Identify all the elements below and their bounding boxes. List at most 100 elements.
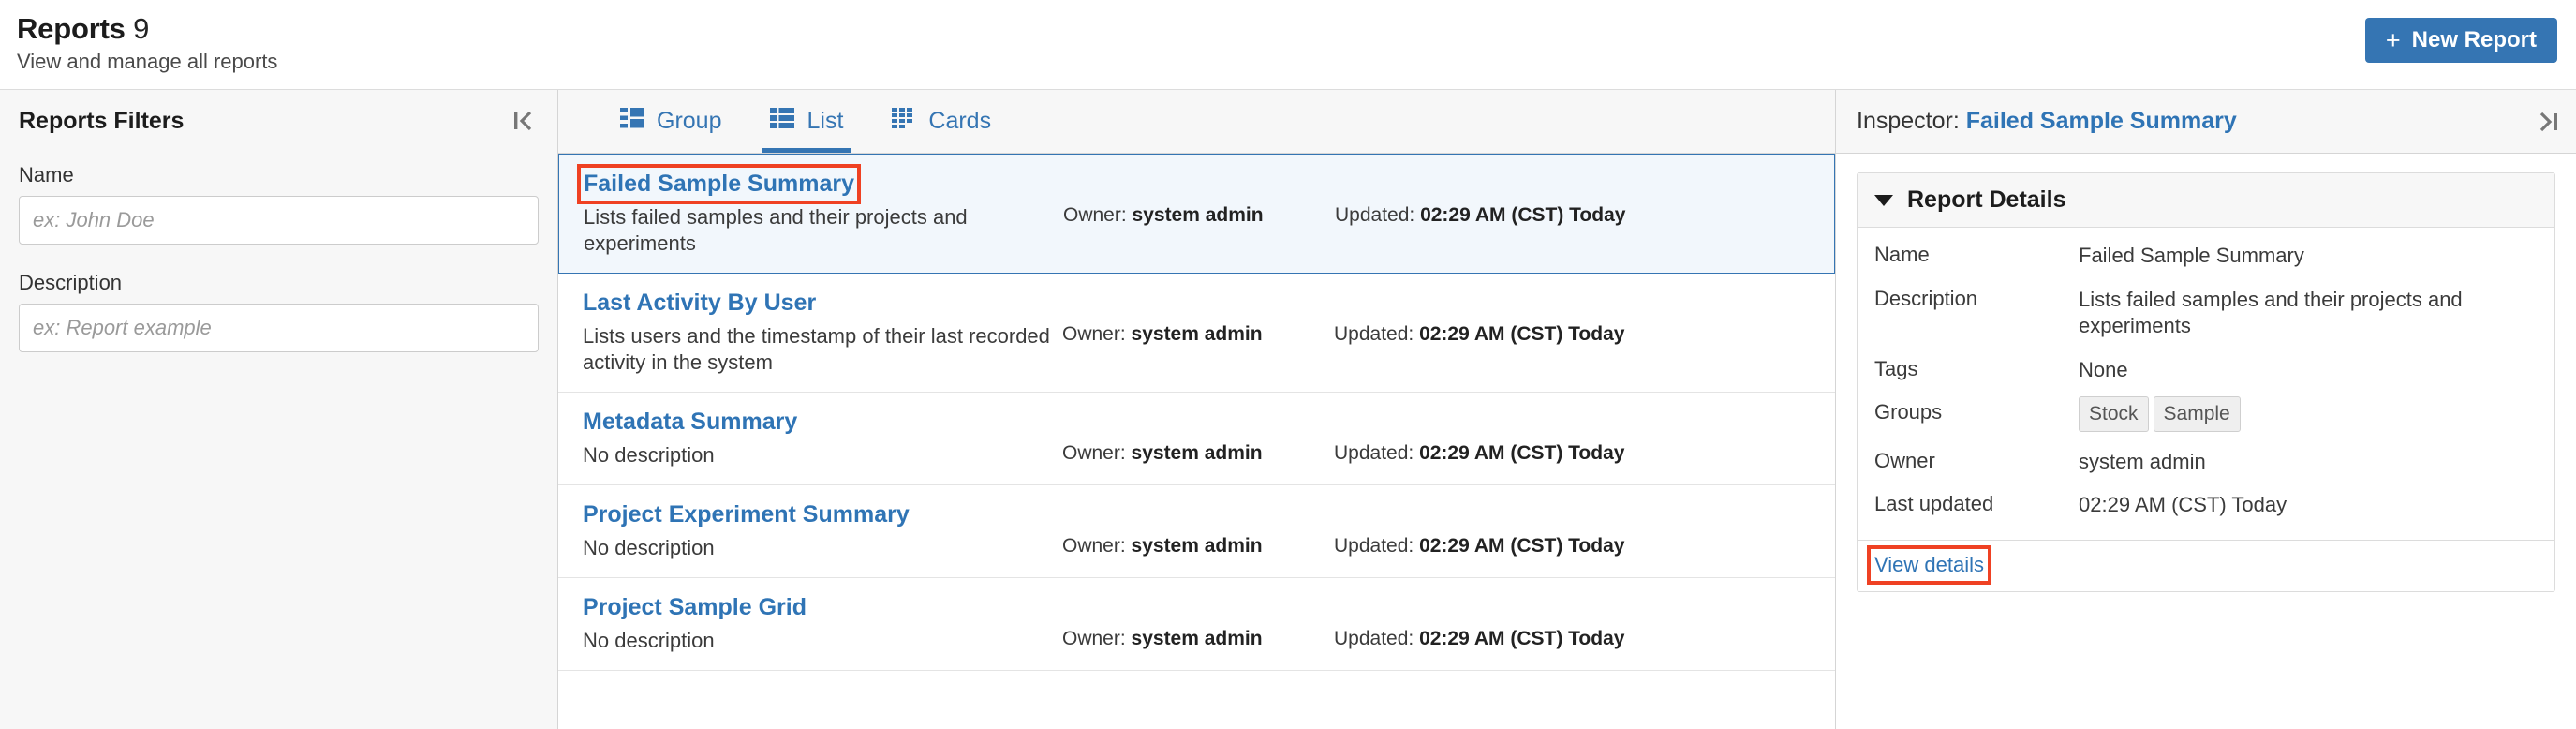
view-tabbar: Group List Cards bbox=[558, 90, 1835, 154]
table-row[interactable]: Project Sample Grid No description Owner… bbox=[558, 577, 1835, 671]
report-description: Lists failed samples and their projects … bbox=[584, 204, 968, 255]
tab-cards[interactable]: Cards bbox=[867, 90, 1015, 153]
owner-prefix: Owner: bbox=[1062, 441, 1126, 464]
tab-list-label: List bbox=[807, 108, 844, 134]
detail-value: system admin bbox=[2079, 449, 2206, 473]
caret-down-icon[interactable] bbox=[1874, 194, 1893, 206]
detail-value: Failed Sample Summary bbox=[2079, 244, 2304, 267]
report-details-card-footer: View details bbox=[1858, 539, 2554, 591]
report-name-link[interactable]: Failed Sample Summary bbox=[576, 164, 862, 204]
detail-key: Description bbox=[1874, 286, 1978, 310]
page-subtitle: View and manage all reports bbox=[17, 50, 278, 74]
table-row[interactable]: Failed Sample Summary Lists failed sampl… bbox=[558, 154, 1835, 275]
tab-list[interactable]: List bbox=[746, 90, 867, 153]
status-badge[interactable]: Sample bbox=[2153, 396, 2241, 432]
owner-value: system admin bbox=[1132, 203, 1264, 226]
inspector-label: Inspector: bbox=[1857, 108, 1960, 134]
report-meta: No description Owner: system admin Updat… bbox=[583, 535, 1813, 561]
report-name-link[interactable]: Project Sample Grid bbox=[583, 594, 807, 621]
updated-prefix: Updated: bbox=[1334, 322, 1414, 345]
updated-prefix: Updated: bbox=[1334, 627, 1414, 649]
report-meta: Lists users and the timestamp of their l… bbox=[583, 323, 1813, 376]
filters-title: Reports Filters bbox=[19, 107, 185, 134]
inspector-title: Inspector: Failed Sample Summary bbox=[1857, 108, 2237, 135]
report-description: No description bbox=[583, 628, 715, 652]
detail-key: Owner bbox=[1874, 448, 1935, 472]
description-filter-input[interactable] bbox=[19, 304, 539, 352]
detail-value: Stock Sample bbox=[2079, 396, 2538, 432]
updated-prefix: Updated: bbox=[1334, 534, 1414, 557]
report-owner: Owner: system admin bbox=[1062, 323, 1334, 346]
report-details-title: Report Details bbox=[1907, 186, 2066, 213]
name-filter-label: Name bbox=[19, 163, 74, 186]
updated-value: 02:29 AM (CST) Today bbox=[1419, 534, 1625, 557]
inspector-header: Inspector: Failed Sample Summary bbox=[1836, 90, 2576, 154]
page-title: Reports 9 bbox=[17, 12, 2576, 45]
page-header: Reports 9 View and manage all reports + … bbox=[0, 0, 2576, 90]
inspector-body: Report Details Name Failed Sample Summar… bbox=[1836, 154, 2576, 592]
report-details-card-header[interactable]: Report Details bbox=[1858, 173, 2554, 228]
updated-value: 02:29 AM (CST) Today bbox=[1419, 627, 1625, 649]
filter-field-name: Name bbox=[19, 163, 539, 245]
report-name-link[interactable]: Last Activity By User bbox=[583, 290, 816, 317]
reports-list-panel: Group List Cards Failed Sample Summary L… bbox=[558, 90, 1836, 729]
filter-field-description: Description bbox=[19, 271, 539, 352]
collapse-right-icon[interactable] bbox=[2535, 108, 2563, 136]
table-row[interactable]: Metadata Summary No description Owner: s… bbox=[558, 393, 1835, 486]
owner-prefix: Owner: bbox=[1062, 534, 1126, 557]
group-view-icon bbox=[620, 107, 644, 136]
view-details-link[interactable]: View details bbox=[1867, 544, 1991, 585]
collapse-left-icon[interactable] bbox=[509, 107, 537, 135]
new-report-button[interactable]: + New Report bbox=[2364, 18, 2557, 63]
page-title-text: Reports bbox=[17, 12, 126, 45]
status-badge[interactable]: Stock bbox=[2079, 396, 2149, 432]
detail-row-description: Description Lists failed samples and the… bbox=[1858, 287, 2554, 357]
report-updated: Updated: 02:29 AM (CST) Today bbox=[1335, 204, 1625, 227]
detail-key: Last updated bbox=[1874, 492, 1994, 516]
table-row[interactable]: Project Experiment Summary No descriptio… bbox=[558, 485, 1835, 578]
report-details-card: Report Details Name Failed Sample Summar… bbox=[1857, 172, 2555, 592]
updated-value: 02:29 AM (CST) Today bbox=[1420, 203, 1626, 226]
owner-prefix: Owner: bbox=[1062, 322, 1126, 345]
detail-value: 02:29 AM (CST) Today bbox=[2079, 493, 2287, 517]
tab-cards-label: Cards bbox=[928, 108, 992, 134]
report-meta: Lists failed samples and their projects … bbox=[584, 204, 1812, 257]
owner-prefix: Owner: bbox=[1063, 203, 1127, 226]
detail-row-tags: Tags None bbox=[1858, 357, 2554, 401]
reports-count: 9 bbox=[133, 12, 150, 45]
report-details-rows: Name Failed Sample Summary Description L… bbox=[1858, 228, 2554, 540]
report-owner: Owner: system admin bbox=[1062, 442, 1334, 465]
tab-group[interactable]: Group bbox=[596, 90, 746, 153]
detail-row-name: Name Failed Sample Summary bbox=[1858, 243, 2554, 287]
description-filter-label: Description bbox=[19, 271, 123, 294]
tab-group-label: Group bbox=[657, 108, 722, 134]
report-description: No description bbox=[583, 535, 715, 559]
detail-row-groups: Groups Stock Sample bbox=[1858, 396, 2554, 448]
report-name-link[interactable]: Metadata Summary bbox=[583, 409, 797, 436]
report-owner: Owner: system admin bbox=[1063, 204, 1335, 227]
report-owner: Owner: system admin bbox=[1062, 628, 1334, 650]
updated-prefix: Updated: bbox=[1334, 441, 1414, 464]
owner-value: system admin bbox=[1131, 322, 1263, 345]
group-chips: Stock Sample bbox=[2079, 396, 2538, 432]
filters-header: Reports Filters bbox=[0, 90, 557, 150]
new-report-label: New Report bbox=[2411, 27, 2537, 52]
detail-value: None bbox=[2079, 357, 2128, 381]
report-updated: Updated: 02:29 AM (CST) Today bbox=[1334, 442, 1624, 465]
updated-value: 02:29 AM (CST) Today bbox=[1419, 441, 1625, 464]
plus-icon: + bbox=[2385, 25, 2401, 54]
name-filter-input[interactable] bbox=[19, 196, 539, 245]
detail-key: Groups bbox=[1874, 400, 1943, 424]
reports-filters-panel: Reports Filters Name Description bbox=[0, 90, 558, 729]
owner-prefix: Owner: bbox=[1062, 627, 1126, 649]
table-row[interactable]: Last Activity By User Lists users and th… bbox=[558, 274, 1835, 394]
main-body: Reports Filters Name Description bbox=[0, 90, 2576, 729]
report-name-link[interactable]: Project Experiment Summary bbox=[583, 501, 910, 528]
report-description: No description bbox=[583, 442, 715, 467]
detail-key: Name bbox=[1874, 243, 1930, 266]
report-description: Lists users and the timestamp of their l… bbox=[583, 323, 1050, 374]
report-meta: No description Owner: system admin Updat… bbox=[583, 442, 1813, 469]
cards-view-icon bbox=[892, 107, 916, 136]
list-view-icon bbox=[770, 107, 795, 136]
updated-prefix: Updated: bbox=[1335, 203, 1415, 226]
